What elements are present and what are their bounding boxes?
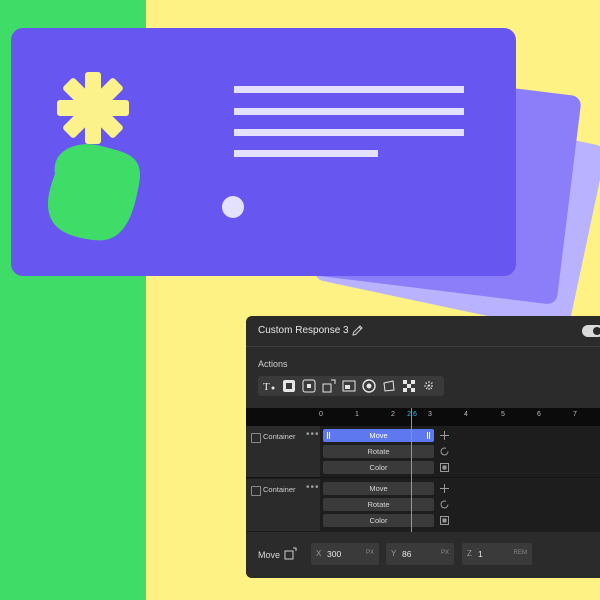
green-blob-shape — [47, 144, 141, 241]
front-card — [11, 28, 516, 276]
response-toggle[interactable] — [582, 325, 600, 337]
group-header: Container ••• — [246, 479, 320, 531]
y-field[interactable]: Y 86 PX — [386, 543, 454, 565]
text-line-3 — [234, 129, 464, 136]
panel-header: Custom Response 3 — [246, 316, 600, 346]
property-label: Move — [258, 550, 281, 560]
track-label: Move — [369, 431, 388, 440]
z-unit: REM — [513, 550, 527, 556]
ruler-label: 3 — [428, 411, 432, 418]
track-label: Color — [369, 463, 388, 472]
track-label: Move — [369, 484, 388, 493]
actions-label: Actions — [258, 359, 288, 369]
drag-handle-left[interactable] — [327, 432, 330, 439]
track-rotate[interactable]: Rotate — [323, 498, 434, 511]
ruler-label: 6 — [537, 411, 541, 418]
header-divider — [246, 346, 600, 347]
text-line-1 — [234, 86, 464, 93]
group-header: Container ••• — [246, 426, 320, 478]
playhead-time-label: 2.6 — [407, 411, 417, 418]
panel-title: Custom Response 3 — [258, 325, 349, 336]
pause-icon[interactable] — [301, 378, 317, 394]
x-unit: PX — [365, 550, 374, 556]
timeline-ruler[interactable]: 0 1 2 2.6 3 4 5 6 7 — [246, 408, 600, 426]
sparkle-icon[interactable] — [421, 378, 437, 394]
x-field[interactable]: X 300 PX — [311, 543, 379, 565]
svg-text:T: T — [263, 381, 270, 393]
group-label: Container — [263, 485, 296, 494]
track-color[interactable]: Color — [323, 461, 434, 474]
track-group: Container ••• Move Rotate Color — [246, 426, 600, 478]
track-group: Container ••• Move Rotate Color — [246, 479, 600, 531]
pencil-icon[interactable] — [351, 324, 364, 337]
group-checkbox[interactable] — [251, 433, 261, 443]
text-line-2 — [234, 108, 464, 115]
x-value: 300 — [327, 549, 342, 559]
more-options-icon[interactable]: ••• — [306, 429, 320, 440]
ruler-label: 2 — [391, 411, 395, 418]
rotate-icon[interactable] — [439, 446, 450, 457]
y-unit: PX — [440, 550, 449, 556]
text-trigger-icon[interactable]: T — [261, 378, 277, 394]
color-icon[interactable] — [439, 462, 450, 473]
text-line-4 — [234, 150, 378, 157]
z-axis-label: Z — [467, 549, 472, 558]
track-move[interactable]: Move — [323, 429, 434, 442]
move-icon[interactable] — [439, 483, 450, 494]
move-relative-icon[interactable] — [284, 547, 297, 560]
track-rotate[interactable]: Rotate — [323, 445, 434, 458]
track-color[interactable]: Color — [323, 514, 434, 527]
color-icon[interactable] — [439, 515, 450, 526]
more-options-icon[interactable]: ••• — [306, 482, 320, 493]
actions-toolbar: T — [258, 376, 444, 396]
opacity-icon[interactable] — [401, 378, 417, 394]
drag-handle-right[interactable] — [427, 432, 430, 439]
ruler-label: 0 — [319, 411, 323, 418]
y-value: 86 — [402, 549, 412, 559]
group-divider — [246, 477, 600, 478]
ruler-label: 1 — [355, 411, 359, 418]
scale-icon[interactable] — [321, 378, 337, 394]
group-label: Container — [263, 432, 296, 441]
track-label: Rotate — [367, 500, 390, 509]
track-move[interactable]: Move — [323, 482, 434, 495]
rotate-icon[interactable] — [439, 499, 450, 510]
stop-icon[interactable] — [281, 378, 297, 394]
corner-pin-icon[interactable] — [381, 378, 397, 394]
group-checkbox[interactable] — [251, 486, 261, 496]
x-axis-label: X — [316, 549, 322, 558]
track-label: Rotate — [367, 447, 390, 456]
resize-icon[interactable] — [341, 378, 357, 394]
property-footer: Move X 300 PX Y 86 PX Z 1 REM — [246, 532, 600, 578]
timeline-tracks: Container ••• Move Rotate Color Containe… — [246, 426, 600, 532]
z-field[interactable]: Z 1 REM — [462, 543, 532, 565]
ruler-label: 7 — [573, 411, 577, 418]
ruler-label: 4 — [464, 411, 468, 418]
card-dot — [222, 196, 244, 218]
playhead[interactable] — [411, 408, 412, 532]
track-label: Color — [369, 516, 388, 525]
move-icon[interactable] — [439, 430, 450, 441]
z-value: 1 — [478, 549, 483, 559]
ruler-label: 5 — [501, 411, 505, 418]
spin-icon[interactable] — [361, 378, 377, 394]
flower-icon — [57, 72, 129, 144]
y-axis-label: Y — [391, 549, 397, 558]
custom-response-panel: Custom Response 3 Actions T 0 1 2 2.6 3 … — [246, 316, 600, 578]
